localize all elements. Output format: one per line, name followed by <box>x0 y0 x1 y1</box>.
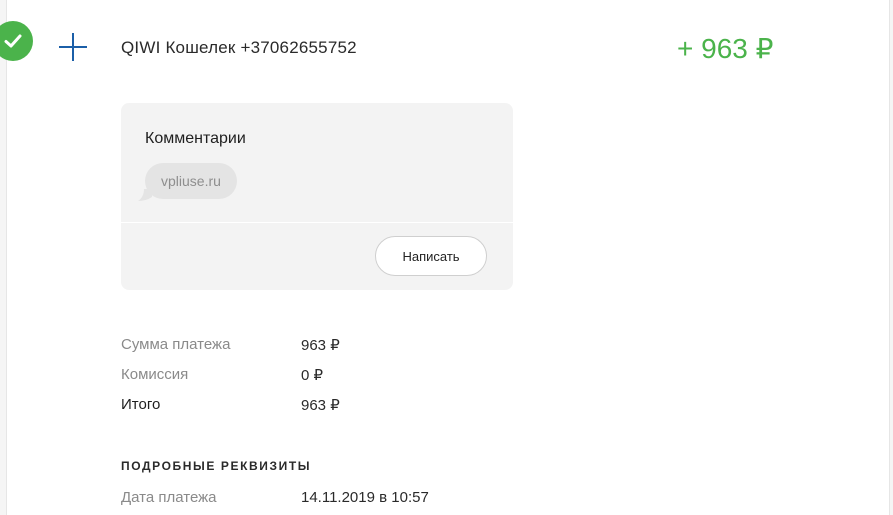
transaction-amount: + 963 ₽ <box>677 33 774 64</box>
summary-label: Сумма платежа <box>121 336 231 353</box>
summary-label: Комиссия <box>121 366 189 383</box>
transaction-title: QIWI Кошелек +37062655752 <box>121 38 357 57</box>
details-heading: ПОДРОБНЫЕ РЕКВИЗИТЫ <box>121 459 312 473</box>
comments-panel: Комментарии vpliuse.ru Написать <box>121 103 513 290</box>
summary-value: 963 ₽ <box>301 397 340 414</box>
comments-divider <box>121 222 513 223</box>
details-label: Дата платежа <box>121 489 217 506</box>
transaction-card: QIWI Кошелек +37062655752 + 963 ₽ Коммен… <box>0 0 890 515</box>
summary-value: 963 ₽ <box>301 337 340 354</box>
comment-bubble: vpliuse.ru <box>145 163 237 199</box>
summary-value: 0 ₽ <box>301 367 324 384</box>
summary-label: Итого <box>121 396 161 413</box>
plus-icon <box>55 29 91 65</box>
write-comment-button[interactable]: Написать <box>375 236 487 276</box>
comments-title: Комментарии <box>145 130 246 147</box>
check-icon <box>0 21 33 61</box>
details-value: 14.11.2019 в 10:57 <box>301 489 429 506</box>
